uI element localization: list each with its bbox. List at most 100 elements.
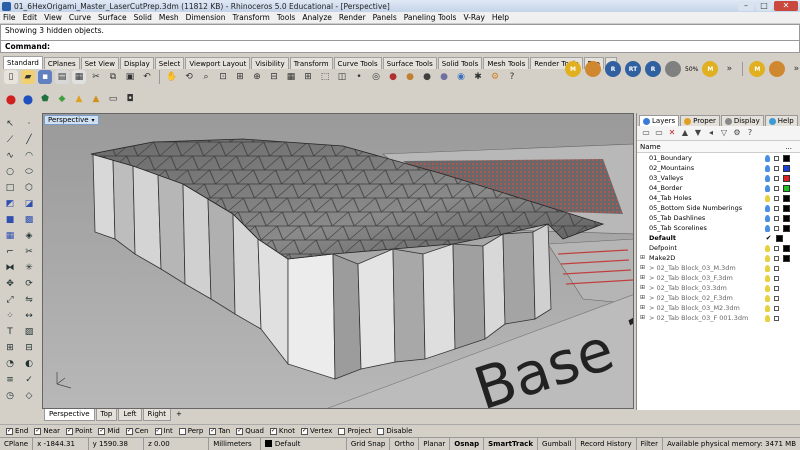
close-button[interactable]: ✕ <box>774 1 798 11</box>
visibility-bulb-icon[interactable] <box>765 304 770 312</box>
layer-row[interactable]: 05_Bottom Side Numberings <box>637 203 800 213</box>
zoom-window-icon[interactable]: ⊡ <box>216 70 230 84</box>
delete-layer-icon[interactable]: ✕ <box>667 128 677 138</box>
dimension-icon[interactable]: ↔ <box>21 309 37 323</box>
lock-icon[interactable] <box>774 225 779 231</box>
four-viewports-icon[interactable]: ⊞ <box>301 70 315 84</box>
select-arrow-icon[interactable]: ↖ <box>2 117 18 131</box>
visibility-bulb-icon[interactable] <box>765 194 770 202</box>
open-file-icon[interactable]: ▰ <box>21 70 35 84</box>
plugin-cam-icon[interactable] <box>769 61 786 77</box>
red-sphere-icon[interactable]: ● <box>4 92 18 106</box>
tab-visibility[interactable]: Visibility <box>251 57 289 69</box>
options-icon[interactable]: ⚙ <box>488 70 502 84</box>
expand-icon[interactable]: ⊞ <box>640 273 645 283</box>
trim-icon[interactable]: ✂ <box>21 245 37 259</box>
layer-tool-icon[interactable]: ≡ <box>2 373 18 387</box>
tab-display[interactable]: Display <box>119 57 154 69</box>
visibility-bulb-icon[interactable] <box>765 224 770 232</box>
visibility-bulb-icon[interactable] <box>765 274 770 282</box>
scale-icon[interactable]: ⤢ <box>2 293 18 307</box>
copy-icon[interactable]: ⧉ <box>106 70 120 84</box>
menu-transform[interactable]: Transform <box>233 13 270 22</box>
arc-icon[interactable]: ◠ <box>21 149 37 163</box>
block-icon[interactable]: ⊞ <box>2 341 18 355</box>
plugin-r-icon[interactable]: R <box>605 61 621 77</box>
menu-surface[interactable]: Surface <box>98 13 127 22</box>
warning-icon[interactable]: ▲ <box>72 92 86 106</box>
boolean-icon[interactable]: ◈ <box>21 229 37 243</box>
menu-vray[interactable]: V-Ray <box>463 13 484 22</box>
layer-row[interactable]: ⊞ > 02_Tab Block_03_F.3dm <box>637 273 800 283</box>
undo-icon[interactable]: ↶ <box>140 70 154 84</box>
visibility-bulb-icon[interactable] <box>765 264 770 272</box>
circle-icon[interactable]: ○ <box>2 165 18 179</box>
layer-row[interactable]: 02_Mountains <box>637 163 800 173</box>
toggle-planar[interactable]: Planar <box>419 437 451 450</box>
osnap-tan[interactable]: ✓ Tan <box>209 427 230 435</box>
tab-help[interactable]: Help <box>764 115 798 126</box>
plugin-rt-icon[interactable]: RT <box>625 61 641 77</box>
analyze-icon[interactable]: ◔ <box>2 357 18 371</box>
tab-mesh-tools[interactable]: Mesh Tools <box>483 57 530 69</box>
move-down-icon[interactable]: ▼ <box>693 128 703 138</box>
layer-tools-icon[interactable]: ⚙ <box>732 128 742 138</box>
filter-icon[interactable]: ▽ <box>719 128 729 138</box>
green-shield-icon[interactable]: ⬟ <box>38 92 52 106</box>
new-sublayer-icon[interactable]: ▭ <box>654 128 664 138</box>
menu-analyze[interactable]: Analyze <box>302 13 332 22</box>
move-out-icon[interactable]: ◂ <box>706 128 716 138</box>
osnap-int[interactable]: ✓ Int <box>154 427 173 435</box>
menu-dimension[interactable]: Dimension <box>186 13 226 22</box>
plugin-mesh-icon[interactable] <box>665 61 681 77</box>
menu-mesh[interactable]: Mesh <box>159 13 179 22</box>
expand-icon[interactable]: ⊞ <box>640 303 645 313</box>
layer-color-swatch[interactable] <box>783 244 790 252</box>
plugin-r2-icon[interactable]: R <box>645 61 661 77</box>
ghosted-icon[interactable]: ● <box>420 70 434 84</box>
visibility-bulb-icon[interactable] <box>765 204 770 212</box>
menu-file[interactable]: File <box>3 13 16 22</box>
misc-tool-icon[interactable]: ◇ <box>21 389 37 403</box>
osnap-vertex[interactable]: ✓ Vertex <box>300 427 332 435</box>
rotate-icon[interactable]: ⟳ <box>21 277 37 291</box>
tab-surface-tools[interactable]: Surface Tools <box>382 57 437 69</box>
expand-icon[interactable]: ⊞ <box>640 313 645 323</box>
shaded-icon[interactable]: ● <box>437 70 451 84</box>
zoom-selected-icon[interactable]: ⊕ <box>250 70 264 84</box>
layer-row[interactable]: ⊞ > 02_Tab Block_03.3dm <box>637 283 800 293</box>
check-icon[interactable]: ✓ <box>21 373 37 387</box>
grid-icon[interactable]: ▦ <box>284 70 298 84</box>
menu-solid[interactable]: Solid <box>134 13 152 22</box>
layer-row[interactable]: 05_Tab Dashlines <box>637 213 800 223</box>
add-viewport-button[interactable]: + <box>172 409 186 421</box>
visibility-bulb-icon[interactable] <box>765 244 770 252</box>
tab-solid-tools[interactable]: Solid Tools <box>437 57 483 69</box>
chevron-right-icon-2[interactable]: » <box>789 62 800 76</box>
lock-icon[interactable] <box>774 295 779 301</box>
extrude-icon[interactable]: ◪ <box>21 197 37 211</box>
units-label[interactable]: Millimeters <box>209 437 261 450</box>
tab-right[interactable]: Right <box>142 409 171 421</box>
light-icon[interactable]: ✱ <box>471 70 485 84</box>
layer-color-swatch[interactable] <box>776 234 783 242</box>
plugin-m-icon[interactable]: M <box>565 61 581 77</box>
osnap-checkbox[interactable]: ✓ <box>269 427 277 435</box>
lock-icon[interactable] <box>774 185 779 191</box>
plugin-m3-icon[interactable]: M <box>749 61 766 77</box>
osnap-checkbox[interactable]: ✓ <box>66 427 74 435</box>
osnap-perp[interactable]: Perp <box>178 427 203 435</box>
visibility-bulb-icon[interactable] <box>765 154 770 162</box>
mesh-icon[interactable]: ▦ <box>2 229 18 243</box>
osnap-project[interactable]: Project <box>338 427 371 435</box>
render-icon[interactable]: ● <box>403 70 417 84</box>
current-layer[interactable]: Default <box>261 437 347 450</box>
osnap-checkbox[interactable] <box>178 427 186 435</box>
tab-left[interactable]: Left <box>118 409 142 421</box>
lock-icon[interactable] <box>774 205 779 211</box>
current-layer-check-icon[interactable]: ✔ <box>765 233 772 243</box>
osnap-quad[interactable]: ✓ Quad <box>236 427 264 435</box>
toggle-smarttrack[interactable]: SmartTrack <box>484 437 538 450</box>
layer-row[interactable]: 01_Boundary <box>637 153 800 163</box>
layer-color-swatch[interactable] <box>783 224 790 232</box>
